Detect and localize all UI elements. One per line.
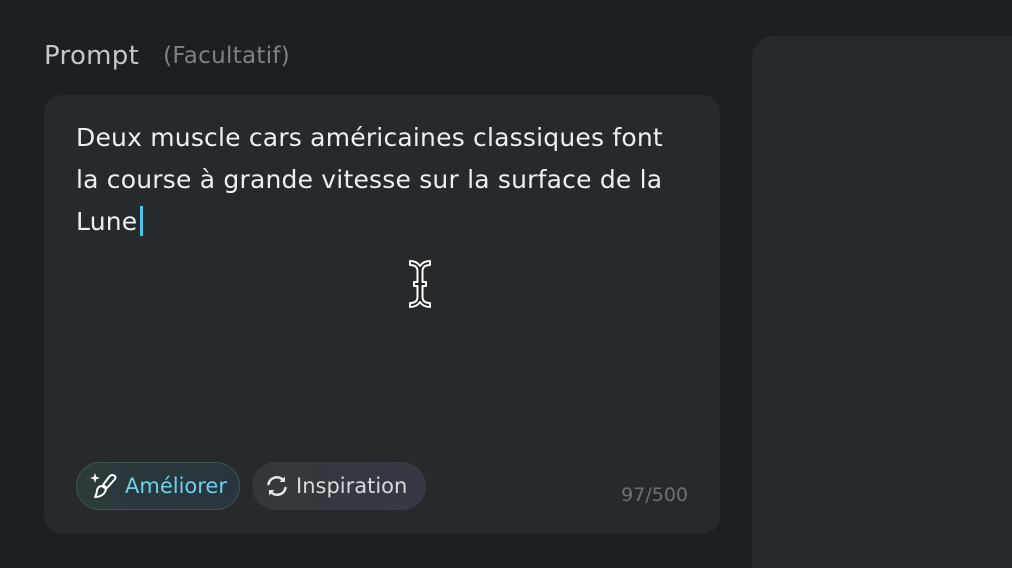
ameliorer-label: Améliorer <box>125 474 227 498</box>
page: Prompt (Facultatif) Deux muscle cars amé… <box>0 0 1012 568</box>
ameliorer-button[interactable]: Améliorer <box>76 462 240 510</box>
magic-brush-icon <box>90 473 117 498</box>
prompt-text-value: Deux muscle cars américaines classiques … <box>76 123 663 236</box>
refresh-icon <box>267 475 287 497</box>
text-cursor-icon <box>409 260 431 308</box>
preview-panel <box>752 36 1012 568</box>
optional-label: (Facultatif) <box>163 43 291 69</box>
text-caret <box>140 206 144 236</box>
prompt-label-row: Prompt (Facultatif) <box>44 38 290 74</box>
inspiration-button[interactable]: Inspiration <box>252 462 426 510</box>
character-counter: 97/500 <box>621 484 688 506</box>
prompt-label: Prompt <box>44 41 140 71</box>
inspiration-label: Inspiration <box>296 474 408 498</box>
prompt-textarea[interactable]: Deux muscle cars américaines classiques … <box>76 117 686 243</box>
